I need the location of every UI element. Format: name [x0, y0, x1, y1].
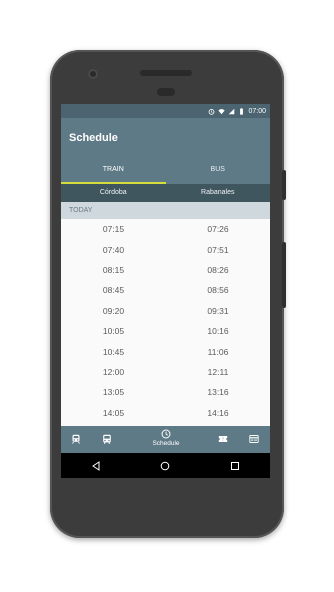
- recents-icon[interactable]: [230, 461, 240, 471]
- nav-schedule[interactable]: Schedule: [149, 429, 183, 447]
- nav-tickets[interactable]: [218, 434, 228, 444]
- status-bar: 07:00: [61, 104, 270, 118]
- arrival-time: 08:56: [207, 285, 229, 296]
- status-time: 07:00: [248, 107, 266, 115]
- arrival-time: 08:26: [207, 264, 229, 275]
- nav-card[interactable]: [249, 434, 259, 444]
- departure-time: 10:05: [102, 326, 125, 337]
- clock-icon: [161, 429, 171, 439]
- departure-time: 07:15: [102, 224, 125, 235]
- alarm-icon: [208, 108, 215, 115]
- list-item: 14:05 14:16: [61, 403, 270, 423]
- wifi-icon: [218, 108, 226, 115]
- card-icon: [249, 435, 259, 443]
- bus-icon: [103, 434, 111, 444]
- nav-schedule-label: Schedule: [152, 440, 180, 447]
- departure-time: 07:40: [102, 244, 125, 255]
- arrival-time: 11:06: [207, 346, 229, 357]
- transport-tabs: TRAIN BUS: [61, 158, 270, 184]
- power-button: [282, 170, 286, 200]
- departure-time: 08:45: [102, 285, 125, 296]
- departure-time: 10:45: [102, 346, 125, 357]
- tab-bus[interactable]: BUS: [166, 158, 271, 184]
- departure-time: 12:00: [102, 366, 125, 377]
- bottom-navigation: Schedule: [61, 426, 270, 453]
- tab-train[interactable]: TRAIN: [61, 158, 166, 184]
- page-title: Schedule: [69, 132, 118, 144]
- list-item: 10:45 11:06: [61, 341, 270, 361]
- list-item: 08:45 08:56: [61, 280, 270, 300]
- front-camera: [88, 69, 98, 79]
- section-header: TODAY: [61, 202, 270, 219]
- proximity-sensor: [157, 88, 175, 96]
- system-navigation-bar: [61, 453, 270, 478]
- departure-time: 13:05: [102, 387, 125, 398]
- earpiece-speaker: [140, 70, 192, 76]
- arrival-time: 07:51: [207, 244, 229, 255]
- schedule-list: 07:15 07:26 07:40 07:51 08:15 08:26 08:45 08:56…: [61, 219, 270, 443]
- list-item: 12:00 12:11: [61, 362, 270, 382]
- home-icon[interactable]: [160, 461, 170, 471]
- nav-bus[interactable]: [102, 434, 112, 444]
- list-item: 13:05 13:16: [61, 382, 270, 402]
- arrival-time: 09:31: [207, 305, 229, 316]
- departure-time: 14:05: [102, 407, 125, 418]
- list-item: 07:40 07:51: [61, 239, 270, 259]
- ticket-icon: [218, 436, 228, 442]
- signal-icon: [228, 108, 235, 115]
- arrival-time: 10:16: [207, 326, 229, 337]
- arrival-time: 14:16: [207, 407, 229, 418]
- arrival-time: 13:16: [207, 387, 229, 398]
- app-bar: Schedule: [61, 118, 270, 158]
- departure-time: 09:20: [102, 305, 125, 316]
- list-item: 07:15 07:26: [61, 219, 270, 239]
- list-item: 08:15 08:26: [61, 260, 270, 280]
- volume-button: [282, 242, 286, 308]
- nav-train[interactable]: [71, 434, 81, 444]
- arrival-time: 07:26: [207, 224, 229, 235]
- tab-cordoba[interactable]: Córdoba: [61, 184, 166, 202]
- list-item: 09:20 09:31: [61, 301, 270, 321]
- tab-rabanales[interactable]: Rabanales: [166, 184, 271, 202]
- list-item: 10:05 10:16: [61, 321, 270, 341]
- departure-time: 08:15: [102, 264, 125, 275]
- screen: 07:00 Schedule TRAIN BUS Córdoba Rabanal…: [61, 104, 270, 478]
- train-icon: [72, 434, 80, 444]
- direction-tabs: Córdoba Rabanales: [61, 184, 270, 202]
- back-icon[interactable]: [91, 460, 101, 471]
- battery-icon: [238, 107, 245, 115]
- arrival-time: 12:11: [207, 366, 229, 377]
